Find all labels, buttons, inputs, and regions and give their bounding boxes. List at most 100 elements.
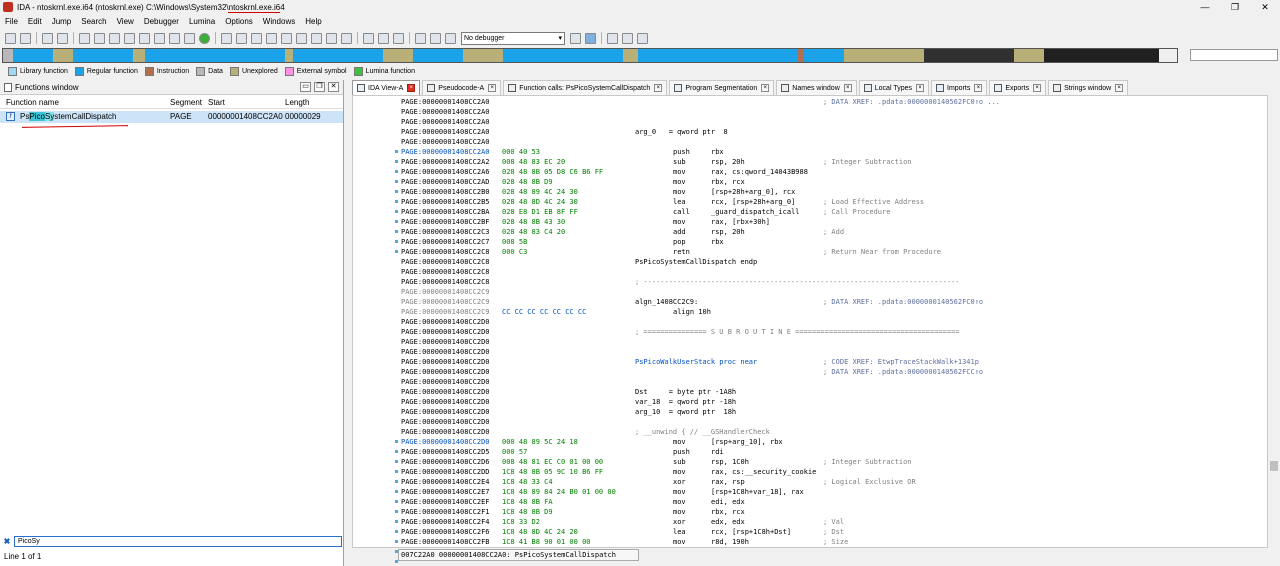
tab-names-window[interactable]: Names window × bbox=[776, 80, 857, 95]
scroll-thumb[interactable] bbox=[1270, 461, 1278, 471]
tab-close-icon[interactable]: × bbox=[407, 84, 416, 92]
arrow-dot bbox=[395, 240, 398, 243]
back-icon[interactable] bbox=[42, 32, 53, 44]
analysis-icon[interactable] bbox=[184, 32, 195, 44]
col-function-name[interactable]: Function name bbox=[6, 98, 59, 107]
menu-search[interactable]: Search bbox=[76, 17, 111, 26]
menu-options[interactable]: Options bbox=[220, 17, 258, 26]
menu-debugger[interactable]: Debugger bbox=[139, 17, 184, 26]
line-bytes: 000 57 bbox=[502, 448, 528, 456]
nav-segment bbox=[463, 49, 503, 62]
tab-program-segmentation[interactable]: Program Segmentation × bbox=[669, 80, 775, 95]
arrow-dot bbox=[395, 490, 398, 493]
struct-icon[interactable] bbox=[251, 32, 262, 44]
panel-close-button[interactable]: ✕ bbox=[328, 82, 339, 92]
arrow-dot bbox=[395, 210, 398, 213]
close-button[interactable]: ✕ bbox=[1250, 0, 1280, 14]
stop-icon[interactable] bbox=[445, 32, 456, 44]
minimize-button[interactable]: — bbox=[1190, 0, 1220, 14]
col-start[interactable]: Start bbox=[208, 98, 225, 107]
line-bytes: 028 48 89 4C 24 30 bbox=[502, 188, 578, 196]
close-x-icon[interactable] bbox=[341, 32, 352, 44]
ida-view-a[interactable]: PAGE:00000001408CC2A0 ; DATA XREF: .pdata… bbox=[352, 95, 1268, 548]
function-icon[interactable] bbox=[363, 32, 374, 44]
menu-help[interactable]: Help bbox=[300, 17, 326, 26]
string-icon[interactable] bbox=[266, 32, 277, 44]
run-green-icon[interactable] bbox=[199, 32, 210, 44]
text-search-icon[interactable] bbox=[94, 32, 105, 44]
undefine-icon[interactable] bbox=[296, 32, 307, 44]
tab-icon bbox=[357, 84, 365, 92]
menu-edit[interactable]: Edit bbox=[23, 17, 47, 26]
search-immediate-icon[interactable] bbox=[124, 32, 135, 44]
arrow-dot bbox=[395, 220, 398, 223]
menu-file[interactable]: File bbox=[0, 17, 23, 26]
graph-icon[interactable] bbox=[378, 32, 389, 44]
menu-jump[interactable]: Jump bbox=[47, 17, 77, 26]
vertical-scrollbar[interactable] bbox=[1268, 95, 1280, 548]
tab-close-icon[interactable]: × bbox=[974, 84, 983, 92]
tab-imports[interactable]: Imports × bbox=[931, 80, 988, 95]
navigation-band-select[interactable] bbox=[1190, 49, 1278, 61]
tab-close-icon[interactable]: × bbox=[1115, 84, 1124, 92]
window-title: IDA - ntoskrnl.exe.i64 (ntoskrnl.exe) C:… bbox=[17, 2, 285, 12]
tools-icon[interactable] bbox=[637, 32, 648, 44]
step-icon[interactable] bbox=[585, 32, 596, 44]
debugger-select[interactable]: No debugger bbox=[461, 31, 565, 45]
line-address: PAGE:00000001408CC2C9 bbox=[401, 298, 490, 306]
maximize-button[interactable]: ❐ bbox=[1220, 0, 1250, 14]
tab-close-icon[interactable]: × bbox=[1033, 84, 1042, 92]
tab-local-types[interactable]: Local Types × bbox=[858, 80, 929, 95]
trace-icon[interactable] bbox=[622, 32, 633, 44]
delete-icon[interactable] bbox=[169, 32, 180, 44]
navigation-band[interactable] bbox=[2, 48, 1178, 63]
tab-exports[interactable]: Exports × bbox=[989, 80, 1047, 95]
up-arrow-icon[interactable] bbox=[139, 32, 150, 44]
debug-options-icon[interactable] bbox=[570, 32, 581, 44]
table-row[interactable]: f PsPicoSystemCallDispatch PAGE 00000001… bbox=[0, 111, 343, 123]
save-icon[interactable] bbox=[20, 32, 31, 44]
patch-icon[interactable] bbox=[154, 32, 165, 44]
play-icon[interactable] bbox=[415, 32, 426, 44]
tab-function-calls-pspicosystemcalldispatch[interactable]: Function calls: PsPicoSystemCallDispatch… bbox=[503, 80, 668, 95]
close-filter-icon[interactable]: ✖ bbox=[0, 537, 14, 546]
data-icon[interactable] bbox=[236, 32, 247, 44]
script-icon[interactable] bbox=[393, 32, 404, 44]
legend-swatch bbox=[8, 66, 17, 76]
legend-label: Unexplored bbox=[241, 67, 278, 75]
pause-icon[interactable] bbox=[430, 32, 441, 44]
panel-float-button[interactable]: ❐ bbox=[314, 82, 325, 92]
binary-search-icon[interactable] bbox=[79, 32, 90, 44]
array-icon[interactable] bbox=[281, 32, 292, 44]
breakpoint-icon[interactable] bbox=[607, 32, 618, 44]
tab-close-icon[interactable]: × bbox=[843, 84, 852, 92]
tab-close-icon[interactable]: × bbox=[761, 84, 770, 92]
code-icon[interactable] bbox=[221, 32, 232, 44]
search-next-icon[interactable] bbox=[109, 32, 120, 44]
open-icon[interactable] bbox=[5, 32, 16, 44]
tab-close-icon[interactable]: × bbox=[916, 84, 924, 92]
separator bbox=[36, 32, 37, 44]
col-length[interactable]: Length bbox=[285, 98, 309, 107]
forward-icon[interactable] bbox=[57, 32, 68, 44]
tab-close-icon[interactable]: × bbox=[654, 84, 663, 92]
name-icon[interactable] bbox=[311, 32, 322, 44]
title-bar: IDA - ntoskrnl.exe.i64 (ntoskrnl.exe) C:… bbox=[0, 0, 1280, 14]
col-segment[interactable]: Segment bbox=[170, 98, 202, 107]
tab-strings-window[interactable]: Strings window × bbox=[1048, 80, 1129, 95]
line-address: PAGE:00000001408CC2D0 bbox=[401, 388, 490, 396]
offset-icon[interactable] bbox=[326, 32, 337, 44]
tab-ida-view-a[interactable]: IDA View-A × bbox=[352, 80, 421, 95]
menu-view[interactable]: View bbox=[112, 17, 139, 26]
tab-pseudocode-a[interactable]: Pseudocode-A × bbox=[422, 80, 502, 95]
arrow-dot bbox=[395, 160, 398, 163]
filter-input[interactable]: PicoSy bbox=[14, 535, 342, 547]
line-address: PAGE:00000001408CC2D0 bbox=[401, 378, 490, 386]
tab-close-icon[interactable]: × bbox=[488, 84, 497, 92]
legend-item: Unexplored bbox=[229, 66, 278, 76]
menu-lumina[interactable]: Lumina bbox=[184, 17, 220, 26]
menu-windows[interactable]: Windows bbox=[258, 17, 300, 26]
panel-min-button[interactable]: ▭ bbox=[300, 82, 311, 92]
line-address: PAGE:00000001408CC2E7 bbox=[401, 488, 490, 496]
line-bytes: 028 48 83 C4 20 bbox=[502, 228, 566, 236]
